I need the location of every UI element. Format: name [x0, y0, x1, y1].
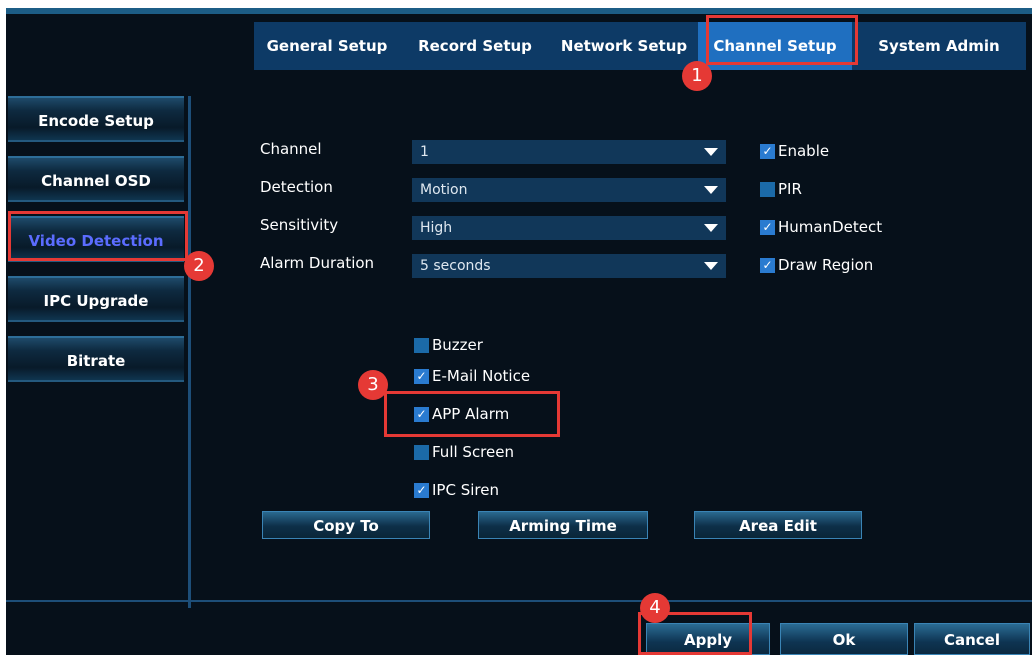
checkbox-checked-icon: ✓	[760, 143, 775, 159]
tab-network-setup[interactable]: Network Setup	[550, 22, 698, 70]
checkbox-unchecked-icon	[414, 444, 429, 460]
ipc-siren-checkbox[interactable]: ✓ IPC Siren	[414, 481, 499, 499]
highlight-box-video-detection	[8, 211, 188, 261]
sensitivity-value: High	[420, 220, 453, 236]
tab-system-admin[interactable]: System Admin	[852, 22, 1026, 70]
full-screen-checkbox[interactable]: Full Screen	[414, 443, 514, 461]
draw-region-checkbox[interactable]: ✓ Draw Region	[760, 256, 873, 274]
highlight-box-app-alarm	[384, 391, 560, 437]
cancel-button[interactable]: Cancel	[914, 623, 1030, 655]
sensitivity-label: Sensitivity	[260, 216, 339, 234]
buzzer-label: Buzzer	[432, 336, 483, 354]
dvr-settings-screen: General Setup Record Setup Network Setup…	[6, 8, 1032, 655]
draw-region-label: Draw Region	[778, 256, 874, 274]
highlight-box-channel-setup	[706, 15, 858, 65]
sidebar-item-channel-osd[interactable]: Channel OSD	[8, 156, 184, 202]
annotation-marker-4: 4	[640, 593, 670, 623]
checkbox-unchecked-icon	[414, 337, 429, 353]
detection-select[interactable]: Motion	[412, 178, 726, 202]
annotation-marker-2: 2	[184, 251, 214, 281]
sidebar-divider	[188, 96, 191, 608]
ipc-siren-label: IPC Siren	[432, 481, 499, 499]
checkbox-checked-icon: ✓	[414, 482, 429, 498]
copy-to-button[interactable]: Copy To	[262, 511, 430, 539]
pir-checkbox[interactable]: PIR	[760, 180, 802, 198]
top-tab-bar: General Setup Record Setup Network Setup…	[254, 22, 1026, 70]
channel-select[interactable]: 1	[412, 140, 726, 164]
enable-checkbox[interactable]: ✓ Enable	[760, 142, 829, 160]
channel-value: 1	[420, 144, 429, 160]
top-strip	[6, 8, 1032, 14]
buzzer-checkbox[interactable]: Buzzer	[414, 336, 483, 354]
alarm-duration-select[interactable]: 5 seconds	[412, 254, 726, 278]
enable-label: Enable	[778, 142, 830, 160]
full-screen-label: Full Screen	[432, 443, 514, 461]
detection-value: Motion	[420, 182, 468, 198]
channel-label: Channel	[260, 140, 322, 158]
email-notice-label: E-Mail Notice	[432, 367, 531, 385]
human-detect-label: HumanDetect	[778, 218, 883, 236]
sidebar-item-bitrate[interactable]: Bitrate	[8, 336, 184, 382]
arming-time-button[interactable]: Arming Time	[478, 511, 648, 539]
chevron-down-icon	[704, 262, 718, 270]
pir-label: PIR	[778, 180, 802, 198]
ok-button[interactable]: Ok	[780, 623, 908, 655]
sensitivity-select[interactable]: High	[412, 216, 726, 240]
footer-divider	[6, 600, 1032, 602]
human-detect-checkbox[interactable]: ✓ HumanDetect	[760, 218, 882, 236]
sidebar-item-ipc-upgrade[interactable]: IPC Upgrade	[8, 276, 184, 322]
tab-record-setup[interactable]: Record Setup	[400, 22, 550, 70]
area-edit-button[interactable]: Area Edit	[694, 511, 862, 539]
checkbox-unchecked-icon	[760, 181, 775, 197]
checkbox-checked-icon: ✓	[760, 257, 775, 273]
tab-general-setup[interactable]: General Setup	[254, 22, 400, 70]
annotation-marker-3: 3	[358, 370, 388, 400]
checkbox-checked-icon: ✓	[414, 368, 429, 384]
alarm-duration-value: 5 seconds	[420, 258, 491, 274]
checkbox-checked-icon: ✓	[760, 219, 775, 235]
email-notice-checkbox[interactable]: ✓ E-Mail Notice	[414, 367, 530, 385]
sidebar-item-encode-setup[interactable]: Encode Setup	[8, 96, 184, 142]
chevron-down-icon	[704, 148, 718, 156]
alarm-duration-label: Alarm Duration	[260, 254, 375, 272]
chevron-down-icon	[704, 224, 718, 232]
chevron-down-icon	[704, 186, 718, 194]
detection-label: Detection	[260, 178, 333, 196]
annotation-marker-1: 1	[682, 61, 712, 91]
